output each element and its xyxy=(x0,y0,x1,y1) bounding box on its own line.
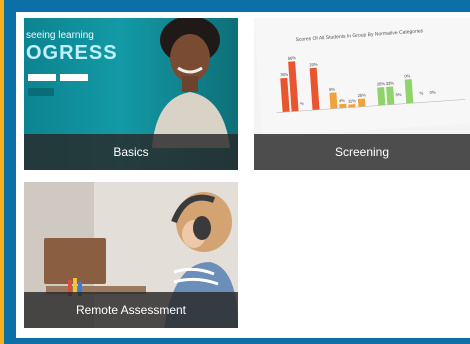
bar-data-label: % xyxy=(300,101,304,106)
card-screening[interactable]: Scores Of All Students In Group By Norma… xyxy=(254,18,470,170)
accent-edge xyxy=(0,0,4,344)
bar-data-label: 0% xyxy=(404,73,411,78)
bar-data-label: 4% xyxy=(339,98,346,103)
report-bar-chart: 76%56%%20%5%4% 11%25%25% 33%0%0%% 0% xyxy=(276,55,466,113)
image-input-1 xyxy=(28,74,56,81)
bar-data-label: 11% xyxy=(348,98,356,104)
card-label: Remote Assessment xyxy=(24,292,238,328)
bar-data-label: 20% xyxy=(309,62,318,68)
card-remote-assessment[interactable]: Remote Assessment xyxy=(24,182,238,328)
basics-image-caption: seeing learning xyxy=(26,30,94,41)
bar-data-label: 76% xyxy=(280,72,289,78)
bar-data-label: 33% xyxy=(386,80,395,86)
screening-report-image: Scores Of All Students In Group By Norma… xyxy=(254,18,470,138)
card-grid: seeing learning OGRESS Basics Scores Of … xyxy=(16,12,470,338)
bar-data-label: 25% xyxy=(357,92,366,98)
bar-data-label: 0% xyxy=(429,90,436,95)
person-photo xyxy=(152,18,230,148)
bar-data-label: % xyxy=(419,90,423,95)
bar-data-label: 56% xyxy=(288,55,297,61)
card-basics[interactable]: seeing learning OGRESS Basics xyxy=(24,18,238,170)
bar-data-label: 5% xyxy=(329,87,336,92)
bar-data-label: 25% xyxy=(377,81,386,87)
card-label: Basics xyxy=(24,134,238,170)
page-frame: seeing learning OGRESS Basics Scores Of … xyxy=(0,0,470,344)
basics-image-heading: OGRESS xyxy=(26,42,118,64)
card-label: Screening xyxy=(254,134,470,170)
bar-data-label: 0% xyxy=(396,92,403,97)
image-input-2 xyxy=(60,74,88,81)
image-login-button xyxy=(28,88,54,96)
